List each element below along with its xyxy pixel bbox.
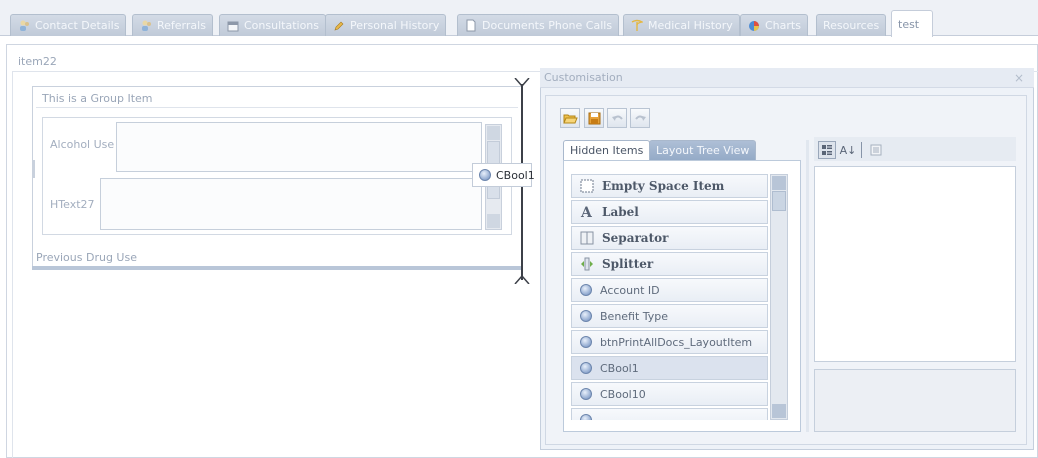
tab-label: Medical History: [648, 18, 733, 32]
svg-text:A: A: [580, 205, 593, 219]
tab-consultations[interactable]: Consultations: [219, 14, 326, 36]
tab-charts[interactable]: Charts: [740, 14, 808, 36]
sort-az-icon: A↓: [839, 143, 857, 157]
bool-icon: [580, 388, 592, 400]
undo-icon: [611, 115, 623, 121]
tab-layout-tree-view[interactable]: Layout Tree View: [649, 140, 757, 161]
list-item-label: Label: [602, 205, 639, 219]
list-item-label: Benefit Type: [600, 309, 669, 323]
caduceus-icon: [630, 19, 644, 33]
list-item-account-id[interactable]: Account ID: [571, 278, 768, 302]
field-label-htext27: HText27: [50, 198, 95, 211]
list-item-splitter[interactable]: Splitter: [571, 252, 768, 276]
empty-space-icon: [580, 179, 594, 193]
sort-alphabetical-button[interactable]: A↓: [839, 141, 857, 159]
tab-referrals[interactable]: Referrals: [132, 14, 213, 36]
tab-personal-history[interactable]: Personal History: [325, 14, 447, 36]
categorized-icon: [822, 145, 832, 155]
list-item-label: Empty Space Item: [602, 179, 725, 193]
scroll-up-button[interactable]: [772, 176, 786, 190]
tab-medical-history[interactable]: Medical History: [623, 14, 740, 36]
previous-drug-use-label: Previous Drug Use: [36, 251, 137, 264]
bool-icon: [479, 169, 491, 181]
tab-label: Resources: [823, 18, 880, 32]
scroll-thumb[interactable]: [772, 191, 786, 211]
tab-contact-details[interactable]: Contact Details: [10, 14, 127, 36]
people-icon: [17, 19, 31, 33]
tab-label: Charts: [765, 18, 801, 32]
hidden-items-scrollbar[interactable]: [770, 174, 788, 420]
tab-label: Referrals: [157, 18, 206, 32]
list-item-btnprintalldocs[interactable]: btnPrintAllDocs_LayoutItem: [571, 330, 768, 354]
undo-button[interactable]: [607, 108, 627, 128]
save-layout-button[interactable]: [584, 108, 604, 128]
save-icon: [588, 112, 600, 124]
tab-label: Personal History: [350, 18, 440, 32]
label-icon: A: [580, 205, 594, 219]
folder-open-icon: [562, 114, 578, 123]
scroll-down-button[interactable]: [487, 214, 500, 228]
bool-icon: [580, 336, 592, 348]
drag-item-cbool1[interactable]: CBool1: [472, 163, 535, 187]
list-item-empty-space[interactable]: Empty Space Item: [571, 174, 768, 198]
htext27-memo[interactable]: [100, 178, 482, 230]
tab-test[interactable]: test: [891, 10, 933, 37]
pencil-icon: [332, 19, 346, 33]
pie-chart-icon: [747, 19, 761, 33]
bool-icon: [580, 310, 592, 322]
group-title: This is a Group Item: [36, 90, 518, 108]
list-item-separator[interactable]: Separator: [571, 226, 768, 250]
property-grid[interactable]: [814, 166, 1016, 362]
drag-item-label: CBool1: [496, 168, 535, 182]
list-item-benefit-type[interactable]: Benefit Type: [571, 304, 768, 328]
drop-indicator-bottom-icon: [514, 274, 530, 284]
drop-indicator-top-icon: [514, 78, 530, 88]
list-item-label: Splitter: [602, 257, 654, 271]
calendar-icon: [226, 19, 240, 33]
categorized-button[interactable]: [818, 141, 836, 159]
list-item-label-item[interactable]: A Label: [571, 200, 768, 224]
bool-icon: [580, 362, 592, 374]
tab-hidden-items[interactable]: Hidden Items: [563, 140, 651, 161]
tab-label: test: [898, 17, 920, 31]
tab-label: Consultations: [244, 18, 319, 32]
list-item-cbool10[interactable]: CBool10: [571, 382, 768, 406]
redo-icon: [634, 115, 646, 121]
open-layout-button[interactable]: [560, 108, 580, 128]
property-pages-icon: [870, 144, 882, 156]
list-item-label: Separator: [602, 231, 669, 245]
splitter-icon: [580, 257, 594, 271]
scroll-up-button[interactable]: [487, 126, 500, 140]
list-item-cbool1[interactable]: CBool1: [571, 356, 768, 380]
tab-label: Contact Details: [35, 18, 120, 32]
property-pages-button[interactable]: [867, 141, 885, 159]
layout-divider: [12, 72, 13, 458]
group-splitter[interactable]: [32, 266, 522, 270]
close-icon[interactable]: ×: [1014, 71, 1024, 85]
scroll-down-button[interactable]: [772, 404, 786, 418]
bool-icon: [580, 284, 592, 296]
document-icon: [464, 19, 478, 33]
tab-documents-phone-calls[interactable]: Documents Phone Calls: [457, 14, 620, 36]
tab-strip: Contact Details Referrals Consultations …: [0, 0, 1038, 37]
panel-splitter[interactable]: [806, 140, 809, 432]
redo-button[interactable]: [630, 108, 650, 128]
list-item-label: Account ID: [600, 283, 660, 297]
alcohol-use-memo[interactable]: [116, 122, 482, 172]
bool-icon: [580, 414, 592, 420]
toolbar-separator: [861, 142, 862, 158]
list-item-partial[interactable]: [571, 408, 768, 420]
customisation-title: Customisation: [540, 68, 1034, 88]
property-description-panel: [814, 369, 1016, 432]
list-item-label: CBool10: [600, 387, 646, 401]
list-item-label: btnPrintAllDocs_LayoutItem: [600, 335, 753, 349]
splitter-handle[interactable]: [32, 160, 35, 178]
field-label-alcohol-use: Alcohol Use: [50, 138, 115, 151]
tab-resources[interactable]: Resources: [816, 14, 887, 36]
separator-icon: [580, 231, 594, 245]
people-icon: [139, 19, 153, 33]
list-item-label: CBool1: [600, 361, 639, 375]
hidden-items-list: Empty Space Item A Label Separator Split…: [571, 174, 769, 420]
tab-label: Documents Phone Calls: [482, 18, 613, 32]
